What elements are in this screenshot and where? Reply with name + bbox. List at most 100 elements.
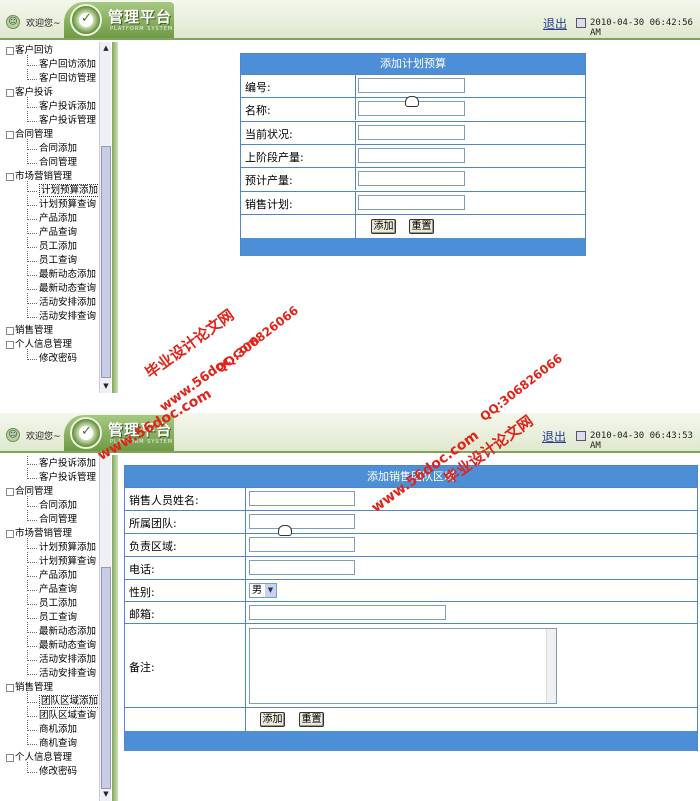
sidebar-group[interactable]: 个人信息管理 xyxy=(5,338,72,351)
scroll-up-icon[interactable]: ▲ xyxy=(101,43,111,53)
sidebar-item[interactable]: 最新动态查询 xyxy=(27,636,97,652)
sidebar-item-label: 个人信息管理 xyxy=(15,339,73,350)
sidebar-item-label: 计划预算添加 xyxy=(39,542,97,553)
textarea-scrollbar[interactable] xyxy=(546,629,556,703)
sidebar-item-label: 合同管理 xyxy=(39,157,78,168)
chevron-down-icon[interactable]: ▼ xyxy=(265,584,276,597)
form-button-row: 添加 重置 xyxy=(125,707,697,731)
form-row: 上阶段产量: xyxy=(241,143,585,167)
sidebar-item-label: 销售管理 xyxy=(15,325,54,336)
sidebar-item[interactable]: 最新动态添加 xyxy=(27,622,97,638)
sidebar-item[interactable]: 活动安排查询 xyxy=(27,307,96,323)
phone-input[interactable] xyxy=(249,560,355,575)
form-field-input[interactable] xyxy=(358,194,465,210)
sidebar-item-label: 市场营销管理 xyxy=(15,528,73,539)
remarks-textarea[interactable] xyxy=(249,628,557,704)
gender-select[interactable]: 男 ▼ xyxy=(249,583,277,598)
form-field-input[interactable] xyxy=(358,78,465,93)
column-divider xyxy=(355,98,356,121)
sidebar-group[interactable]: 个人信息管理 xyxy=(5,751,72,764)
email-input[interactable] xyxy=(249,605,446,620)
reset-button[interactable]: 重置 xyxy=(409,219,434,234)
sidebar-item[interactable]: 最新动态添加 xyxy=(27,265,96,281)
team-input[interactable] xyxy=(249,514,355,529)
sidebar-item-label: 员工查询 xyxy=(39,255,78,266)
sidebar-item-label: 客户投诉管理 xyxy=(39,472,97,483)
sidebar-group[interactable]: 市场营销管理 xyxy=(5,527,72,540)
sidebar-group[interactable]: 市场营销管理 xyxy=(5,170,72,183)
add-button[interactable]: 添加 xyxy=(260,712,285,727)
sidebar-item-label: 活动安排添加 xyxy=(39,297,97,308)
sidebar-item[interactable]: 合同管理 xyxy=(27,510,77,526)
sidebar-item[interactable]: 客户回访添加 xyxy=(27,55,96,71)
field-label: 当前状况: xyxy=(245,127,293,141)
sidebar-item-label: 客户投诉添加 xyxy=(39,458,97,469)
sidebar-item[interactable]: 活动安排添加 xyxy=(27,293,97,309)
scroll-down-icon[interactable]: ▼ xyxy=(101,381,111,391)
sidebar-item-label: 最新动态添加 xyxy=(39,626,97,637)
sidebar-scrollbar[interactable]: ▼ xyxy=(99,455,111,801)
sidebar-item[interactable]: 计划预算添加 xyxy=(27,538,97,554)
sidebar-item[interactable]: 客户投诉添加 xyxy=(27,97,97,113)
sidebar-item[interactable]: 客户投诉管理 xyxy=(27,468,97,484)
scroll-thumb[interactable] xyxy=(101,146,111,378)
sidebar-item-label: 合同添加 xyxy=(39,500,78,511)
sidebar-item-label: 修改密码 xyxy=(39,766,78,777)
sidebar-item[interactable]: 合同管理 xyxy=(27,153,78,169)
logout-link[interactable]: 退出 xyxy=(543,15,567,32)
field-label: 名称: xyxy=(245,104,271,118)
welcome-text: 欢迎您~ xyxy=(26,432,61,442)
scroll-thumb[interactable] xyxy=(101,567,111,789)
sidebar-item-label: 团队区域添加 xyxy=(39,695,101,708)
sidebar-item[interactable]: 客户投诉添加 xyxy=(27,455,97,470)
sidebar-item[interactable]: 客户投诉管理 xyxy=(27,111,96,127)
sidebar-item-label: 客户投诉添加 xyxy=(39,101,97,112)
reset-button[interactable]: 重置 xyxy=(299,712,324,727)
field-label: 销售人员姓名: xyxy=(129,494,199,507)
sidebar-item-label: 活动安排添加 xyxy=(39,654,97,665)
sidebar-item[interactable]: 计划预算查询 xyxy=(27,195,96,211)
form-field-input[interactable] xyxy=(358,147,465,163)
form-row: 性别: 男 ▼ xyxy=(125,579,697,601)
sidebar-group[interactable]: 销售管理 xyxy=(5,324,53,337)
form-footer xyxy=(241,238,585,256)
datetime: 2010-04-30 06:42:56 AM xyxy=(590,18,693,38)
form-field-input[interactable] xyxy=(358,124,465,140)
sidebar-item[interactable]: 计划预算查询 xyxy=(27,552,96,568)
logo-check-icon: ✓ xyxy=(70,417,102,449)
sidebar-item[interactable]: 团队区域查询 xyxy=(27,706,96,722)
sidebar-scrollbar[interactable]: ▲ ▼ xyxy=(99,42,111,393)
sidebar-item[interactable]: 团队区域添加 xyxy=(27,692,101,708)
clock-icon xyxy=(576,18,586,28)
field-label: 所属团队: xyxy=(129,517,177,530)
sidebar-item-label: 最新动态查询 xyxy=(39,640,97,651)
sidebar-item[interactable]: 计划预算添加 xyxy=(27,181,101,197)
sidebar-item[interactable]: 客户回访管理 xyxy=(27,69,96,85)
column-divider xyxy=(245,602,246,623)
sidebar-item-label: 个人信息管理 xyxy=(15,752,73,763)
sidebar-item[interactable]: 活动安排添加 xyxy=(27,650,97,666)
logo-subtitle: PLATFORM SYSTEM xyxy=(110,26,174,32)
datetime: 2010-04-30 06:43:53 AM xyxy=(590,431,693,451)
scroll-down-icon[interactable]: ▼ xyxy=(101,789,111,799)
sidebar-item-label: 产品查询 xyxy=(39,227,78,238)
logo-title: 管理平台 xyxy=(108,8,173,26)
field-label: 编号: xyxy=(245,81,271,94)
sidebar-item[interactable]: 最新动态查询 xyxy=(27,279,96,295)
salesperson-name-input[interactable] xyxy=(249,491,355,506)
add-button[interactable]: 添加 xyxy=(371,219,396,234)
sidebar-item-label: 修改密码 xyxy=(39,353,78,364)
sidebar-item-label: 产品添加 xyxy=(39,570,78,581)
region-input[interactable] xyxy=(249,537,355,552)
form-field-input[interactable] xyxy=(358,171,465,187)
form-row: 预计产量: xyxy=(241,167,585,191)
logout-link[interactable]: 退出 xyxy=(542,428,566,445)
sidebar-item[interactable]: 活动安排查询 xyxy=(27,664,96,680)
sidebar-item[interactable]: 修改密码 xyxy=(27,762,78,778)
sidebar-item[interactable]: 商机查询 xyxy=(27,734,77,750)
welcome-text: 欢迎您~ xyxy=(26,19,61,29)
sidebar-item[interactable]: 修改密码 xyxy=(27,349,78,365)
logo-check-icon: ✓ xyxy=(70,4,102,36)
gender-selected: 男 xyxy=(252,585,262,596)
screenshot-plan-budget: ☺ 欢迎您~ ✓ 管理平台 PLATFORM SYSTEM 退出 2010-04… xyxy=(0,0,700,393)
